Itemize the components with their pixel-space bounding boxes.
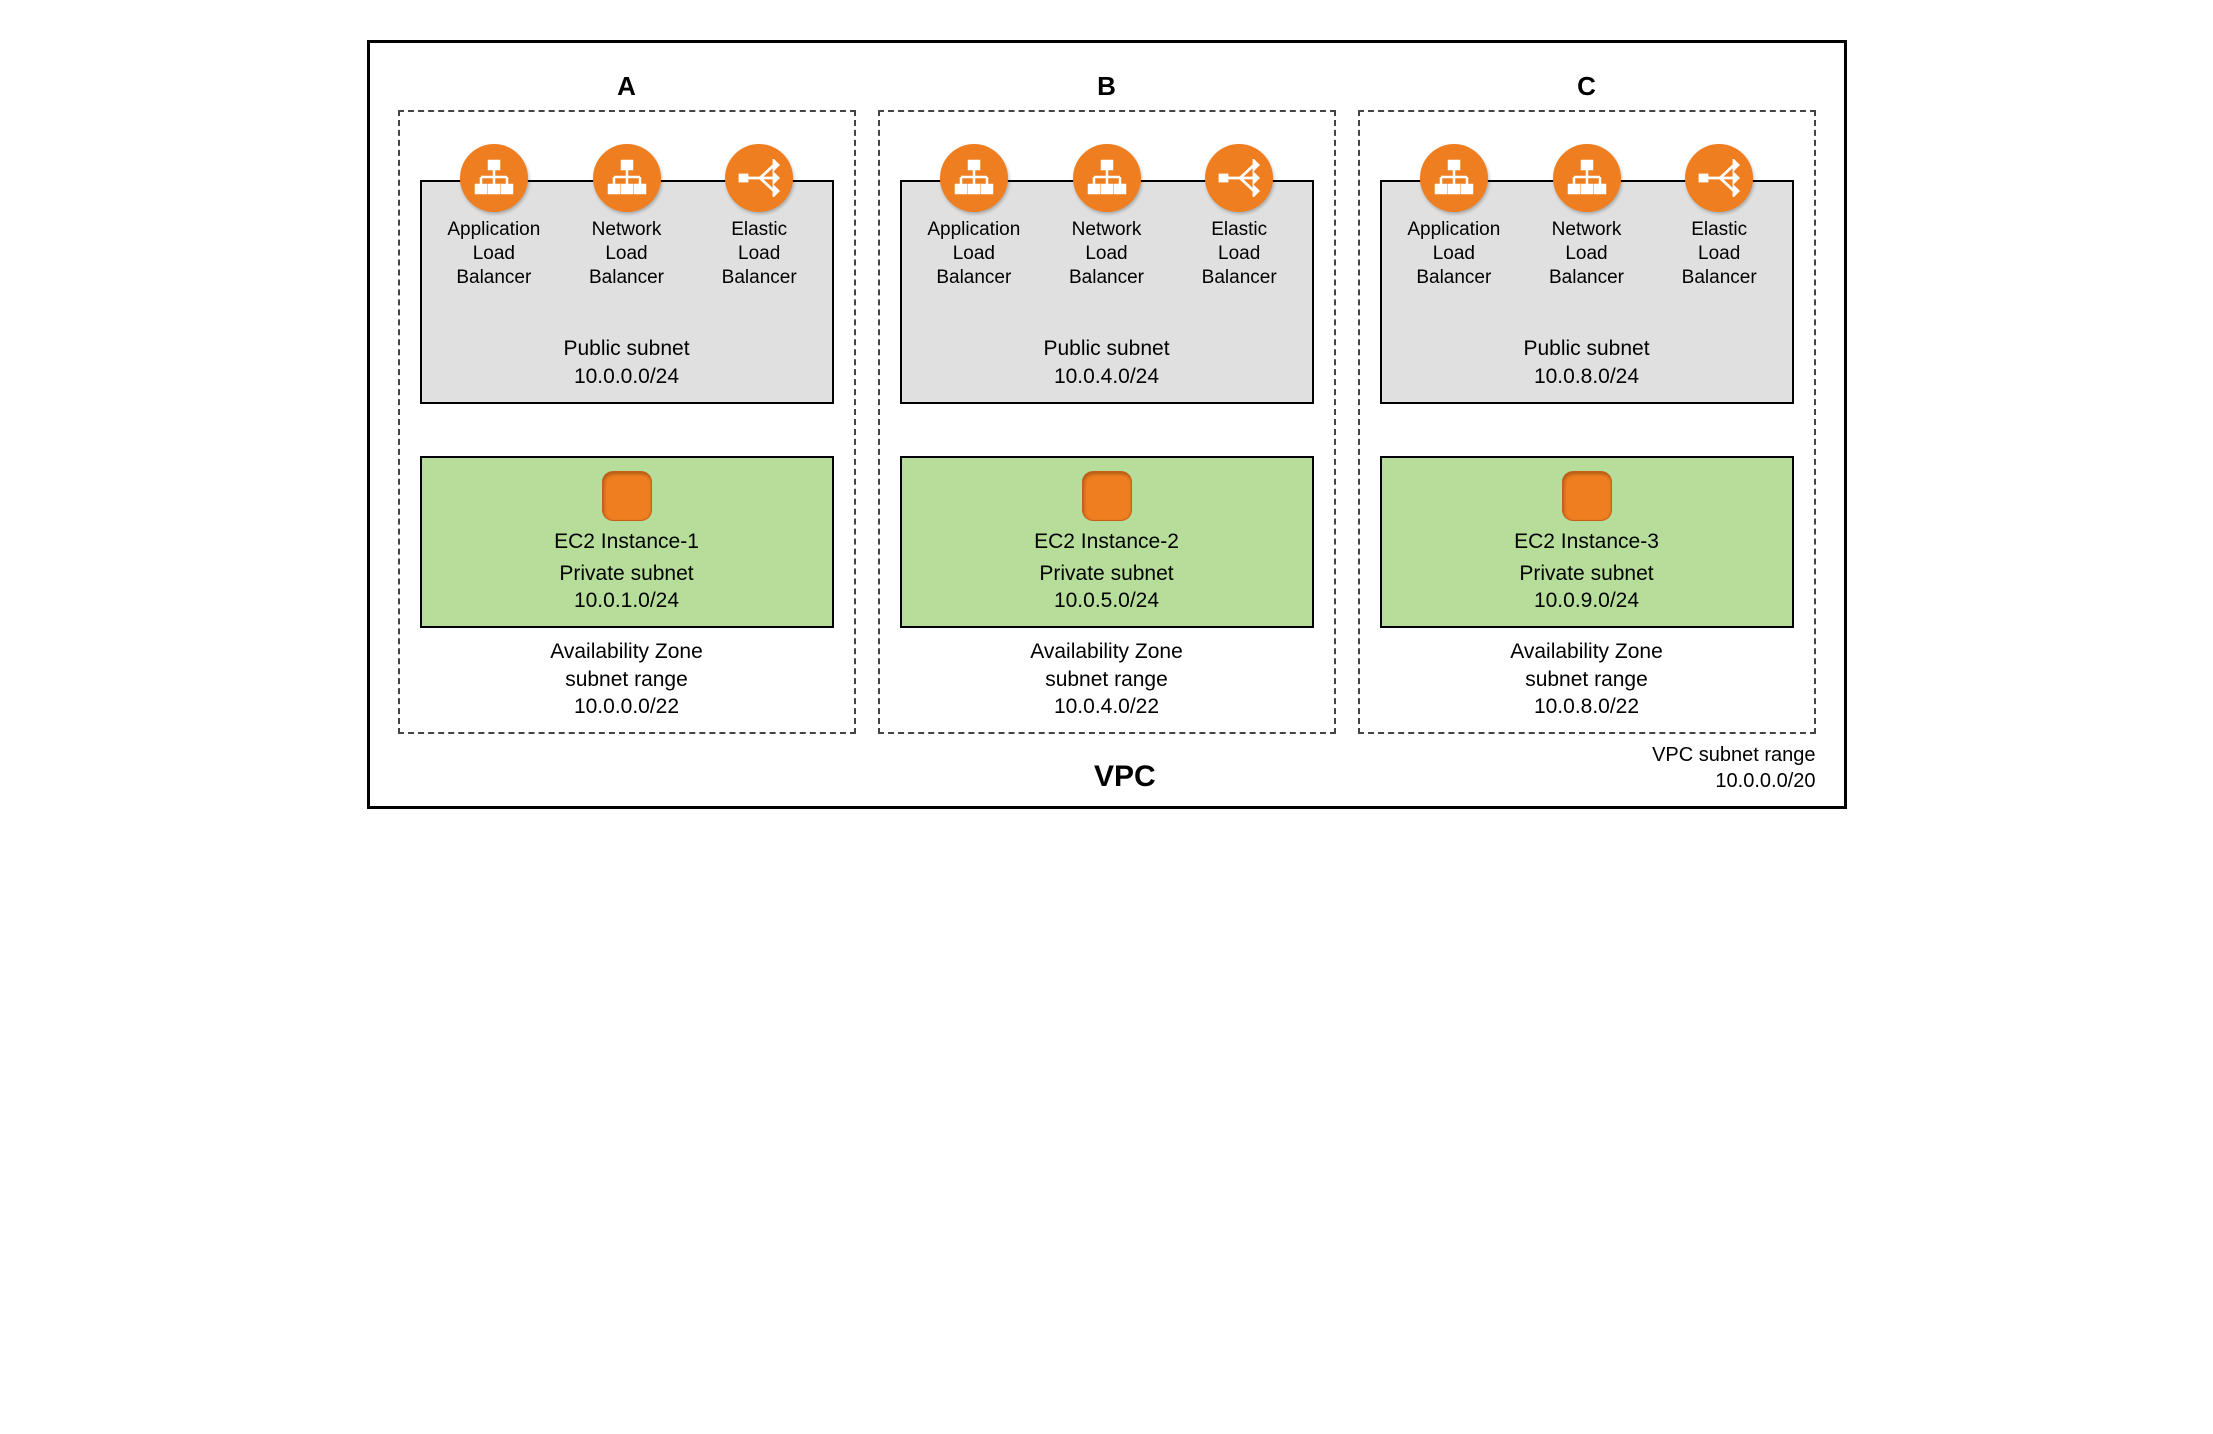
private-subnet-box: EC2 Instance-2 Private subnet10.0.5.0/24 [900, 456, 1314, 629]
network-load-balancer: NetworkLoadBalancer [1524, 144, 1649, 289]
elastic-load-balancer: ElasticLoadBalancer [1177, 144, 1302, 289]
zone-letter: C [1358, 71, 1816, 102]
az-subnet-range: Availability Zonesubnet range10.0.8.0/22 [1380, 638, 1794, 720]
elb-icon [1685, 144, 1753, 212]
zone-box: ApplicationLoadBalancer NetworkLoadBalan… [1358, 110, 1816, 734]
application-load-balancer: ApplicationLoadBalancer [432, 144, 557, 289]
load-balancer-row: ApplicationLoadBalancer NetworkLoadBalan… [912, 144, 1302, 289]
az-subnet-range: Availability Zonesubnet range10.0.0.0/22 [420, 638, 834, 720]
alb-icon [460, 144, 528, 212]
alb-label: ApplicationLoadBalancer [1392, 218, 1517, 289]
availability-zone-row: A ApplicationLoadBalancer [398, 71, 1816, 734]
private-subnet-caption: Private subnet10.0.9.0/24 [1392, 560, 1782, 615]
load-balancer-row: ApplicationLoadBalancer NetworkLoadBalan… [432, 144, 822, 289]
elastic-load-balancer: ElasticLoadBalancer [697, 144, 822, 289]
public-subnet-caption: Public subnet10.0.4.0/24 [912, 335, 1302, 390]
alb-label: ApplicationLoadBalancer [432, 218, 557, 289]
public-subnet-caption: Public subnet10.0.8.0/24 [1392, 335, 1782, 390]
availability-zone-c: C ApplicationLoadBalancer [1358, 71, 1816, 734]
public-subnet-box: ApplicationLoadBalancer NetworkLoadBalan… [900, 180, 1314, 404]
zone-letter: A [398, 71, 856, 102]
nlb-label: NetworkLoadBalancer [1044, 218, 1169, 289]
zone-letter: B [878, 71, 1336, 102]
vpc-subnet-range: VPC subnet range10.0.0.0/20 [1652, 742, 1815, 794]
nlb-icon [593, 144, 661, 212]
nlb-label: NetworkLoadBalancer [564, 218, 689, 289]
ec2-icon [1083, 472, 1131, 520]
availability-zone-a: A ApplicationLoadBalancer [398, 71, 856, 734]
zone-box: ApplicationLoadBalancer NetworkLoadBalan… [398, 110, 856, 734]
elb-label: ElasticLoadBalancer [1657, 218, 1782, 289]
private-subnet-caption: Private subnet10.0.1.0/24 [432, 560, 822, 615]
private-subnet-box: EC2 Instance-1 Private subnet10.0.1.0/24 [420, 456, 834, 629]
public-subnet-caption: Public subnet10.0.0.0/24 [432, 335, 822, 390]
nlb-label: NetworkLoadBalancer [1524, 218, 1649, 289]
elb-icon [1205, 144, 1273, 212]
vpc-title: VPC [398, 760, 1653, 794]
alb-icon [1420, 144, 1488, 212]
alb-icon [940, 144, 1008, 212]
network-load-balancer: NetworkLoadBalancer [1044, 144, 1169, 289]
elb-label: ElasticLoadBalancer [1177, 218, 1302, 289]
elb-label: ElasticLoadBalancer [697, 218, 822, 289]
ec2-icon [1563, 472, 1611, 520]
alb-label: ApplicationLoadBalancer [912, 218, 1037, 289]
network-load-balancer: NetworkLoadBalancer [564, 144, 689, 289]
ec2-label: EC2 Instance-3 [1392, 530, 1782, 554]
application-load-balancer: ApplicationLoadBalancer [912, 144, 1037, 289]
ec2-label: EC2 Instance-2 [912, 530, 1302, 554]
ec2-label: EC2 Instance-1 [432, 530, 822, 554]
load-balancer-row: ApplicationLoadBalancer NetworkLoadBalan… [1392, 144, 1782, 289]
private-subnet-box: EC2 Instance-3 Private subnet10.0.9.0/24 [1380, 456, 1794, 629]
nlb-icon [1553, 144, 1621, 212]
private-subnet-caption: Private subnet10.0.5.0/24 [912, 560, 1302, 615]
vpc-footer: VPC VPC subnet range10.0.0.0/20 [398, 742, 1816, 794]
nlb-icon [1073, 144, 1141, 212]
elastic-load-balancer: ElasticLoadBalancer [1657, 144, 1782, 289]
public-subnet-box: ApplicationLoadBalancer NetworkLoadBalan… [420, 180, 834, 404]
az-subnet-range: Availability Zonesubnet range10.0.4.0/22 [900, 638, 1314, 720]
zone-box: ApplicationLoadBalancer NetworkLoadBalan… [878, 110, 1336, 734]
ec2-icon [603, 472, 651, 520]
elb-icon [725, 144, 793, 212]
availability-zone-b: B ApplicationLoadBalancer [878, 71, 1336, 734]
public-subnet-box: ApplicationLoadBalancer NetworkLoadBalan… [1380, 180, 1794, 404]
vpc-container: A ApplicationLoadBalancer [367, 40, 1847, 809]
application-load-balancer: ApplicationLoadBalancer [1392, 144, 1517, 289]
